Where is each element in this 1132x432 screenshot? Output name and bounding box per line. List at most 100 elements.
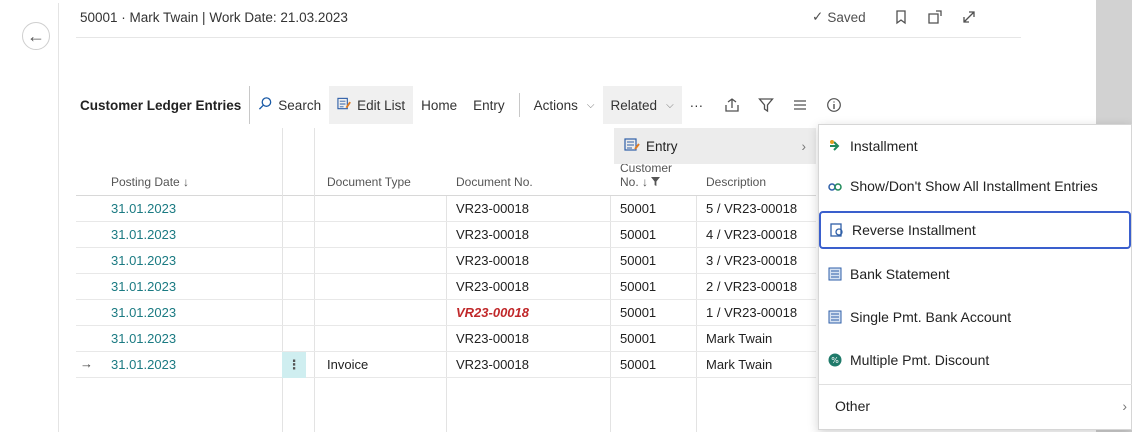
menu-item-reverse-installment[interactable]: Reverse Installment — [819, 211, 1131, 249]
more-options-button[interactable]: ··· — [682, 86, 712, 124]
edit-list-button[interactable]: Edit List — [329, 86, 414, 124]
table-row-current[interactable]: → 31.01.2023 ⋮ Invoice VR23-00018 50001 … — [76, 352, 816, 378]
col-description[interactable]: Description — [706, 175, 766, 189]
document-no-cell: VR23-00018 — [456, 227, 529, 242]
related-submenu-entry[interactable]: Entry › — [614, 128, 816, 164]
table-row[interactable]: 31.01.2023 VR23-00018 50001 4 / VR23-000… — [76, 222, 816, 248]
installment-icon — [827, 138, 843, 154]
list-view-icon[interactable] — [791, 96, 809, 114]
tab-home[interactable]: Home — [413, 86, 465, 124]
document-no-cell: VR23-00018 — [456, 305, 529, 320]
expand-icon[interactable] — [960, 8, 978, 26]
bookmark-icon[interactable] — [892, 8, 910, 26]
chevron-down-icon: ⌵ — [666, 99, 674, 111]
edit-list-label: Edit List — [357, 97, 406, 113]
chevron-right-icon: › — [1122, 398, 1127, 414]
actions-menu[interactable]: Actions ⌵ — [526, 86, 603, 124]
filter-icon[interactable] — [757, 96, 775, 114]
row-actions-icon[interactable]: ⋮ — [282, 352, 306, 378]
menu-item-label: Show/Don't Show All Installment Entries — [850, 178, 1098, 194]
table-row[interactable]: 31.01.2023 VR23-00018 50001 5 / VR23-000… — [76, 196, 816, 222]
menu-item-other[interactable]: Other › — [819, 387, 1132, 425]
chevron-down-icon: ⌵ — [586, 99, 595, 111]
document-no-cell: VR23-00018 — [456, 253, 529, 268]
posting-date-cell[interactable]: 31.01.2023 — [111, 227, 176, 242]
page-name: Customer Ledger Entries — [76, 86, 251, 124]
menu-item-single-pmt-bank-account[interactable]: Single Pmt. Bank Account — [819, 298, 1132, 336]
bank-account-icon — [827, 309, 843, 325]
menu-item-label: Reverse Installment — [852, 222, 976, 238]
menu-item-show-all-installment[interactable]: Show/Don't Show All Installment Entries — [819, 167, 1132, 205]
customer-no-cell: 50001 — [620, 331, 657, 346]
description-cell: 3 / VR23-00018 — [706, 253, 798, 268]
col-document-no[interactable]: Document No. — [456, 175, 533, 189]
toggle-installment-icon — [827, 178, 843, 194]
entry-dropdown-menu: Installment Show/Don't Show All Installm… — [818, 124, 1132, 430]
document-no-cell: VR23-00018 — [456, 201, 529, 216]
description-cell: 5 / VR23-00018 — [706, 201, 798, 216]
col-document-type[interactable]: Document Type — [327, 175, 411, 189]
filter-icon — [651, 175, 661, 189]
table-row[interactable]: 31.01.2023 VR23-00018 50001 Mark Twain — [76, 326, 816, 352]
posting-date-cell[interactable]: 31.01.2023 — [111, 305, 176, 320]
posting-date-cell[interactable]: 31.01.2023 — [111, 201, 176, 216]
action-divider — [518, 93, 520, 117]
menu-item-label: Bank Statement — [850, 266, 950, 282]
table-row[interactable]: 31.01.2023 VR23-00018 50001 3 / VR23-000… — [76, 248, 816, 274]
menu-item-label: Multiple Pmt. Discount — [850, 352, 990, 368]
menu-separator — [819, 384, 1132, 385]
menu-item-installment[interactable]: Installment — [819, 127, 1132, 165]
posting-date-cell[interactable]: 31.01.2023 — [111, 357, 176, 372]
description-cell: 1 / VR23-00018 — [706, 305, 798, 320]
search-icon — [258, 96, 273, 114]
document-no-cell: VR23-00018 — [456, 357, 529, 372]
posting-date-cell[interactable]: 31.01.2023 — [111, 279, 176, 294]
share-icon[interactable] — [723, 96, 741, 114]
chevron-right-icon: › — [801, 138, 807, 154]
search-button[interactable]: Search — [250, 86, 329, 124]
col-customer-no[interactable]: Customer No. ↓ — [620, 161, 672, 189]
action-bar: Customer Ledger Entries Search Edit List… — [76, 86, 843, 124]
customer-no-cell: 50001 — [620, 357, 657, 372]
customer-no-cell: 50001 — [620, 305, 657, 320]
posting-date-cell[interactable]: 31.01.2023 — [111, 331, 176, 346]
menu-item-label: Other — [835, 398, 871, 414]
document-no-cell: VR23-00018 — [456, 279, 529, 294]
customer-no-cell: 50001 — [620, 253, 657, 268]
description-cell: Mark Twain — [706, 357, 773, 372]
bank-statement-icon — [827, 266, 843, 282]
document-type-cell: Invoice — [327, 357, 369, 372]
entry-label: Entry — [646, 138, 678, 154]
search-label: Search — [278, 97, 322, 113]
action-icons — [723, 96, 843, 114]
posting-date-cell[interactable]: 31.01.2023 — [111, 253, 176, 268]
tab-entry[interactable]: Entry — [465, 86, 513, 124]
menu-item-label: Single Pmt. Bank Account — [850, 309, 1012, 325]
col-posting-date[interactable]: Posting Date ↓ — [111, 175, 189, 189]
title-separator — [76, 37, 1021, 38]
related-label: Related — [610, 97, 658, 113]
document-no-cell: VR23-00018 — [456, 331, 529, 346]
title-actions: ✓ Saved — [812, 8, 978, 26]
discount-icon: % — [827, 352, 843, 368]
related-menu[interactable]: Related ⌵ — [602, 86, 682, 124]
current-row-arrow-icon: → — [80, 356, 93, 371]
page-title: 50001 · Mark Twain | Work Date: 21.03.20… — [80, 10, 348, 25]
edit-list-icon — [337, 97, 352, 114]
description-cell: Mark Twain — [706, 331, 773, 346]
table-row[interactable]: 31.01.2023 VR23-00018 50001 1 / VR23-000… — [76, 300, 816, 326]
menu-item-multiple-pmt-discount[interactable]: % Multiple Pmt. Discount — [819, 341, 1132, 379]
info-icon[interactable] — [825, 96, 843, 114]
description-cell: 2 / VR23-00018 — [706, 279, 798, 294]
saved-label: Saved — [827, 9, 866, 25]
actions-label: Actions — [533, 97, 578, 113]
reverse-icon — [829, 222, 845, 238]
saved-status: ✓ Saved — [812, 9, 866, 25]
table-row[interactable]: 31.01.2023 VR23-00018 50001 2 / VR23-000… — [76, 274, 816, 300]
back-button[interactable]: ← — [22, 22, 50, 50]
customer-no-cell: 50001 — [620, 201, 657, 216]
open-new-window-icon[interactable] — [926, 8, 944, 26]
arrow-left-icon: ← — [27, 25, 45, 46]
checkmark-icon: ✓ — [812, 9, 824, 24]
menu-item-bank-statement[interactable]: Bank Statement — [819, 255, 1132, 293]
